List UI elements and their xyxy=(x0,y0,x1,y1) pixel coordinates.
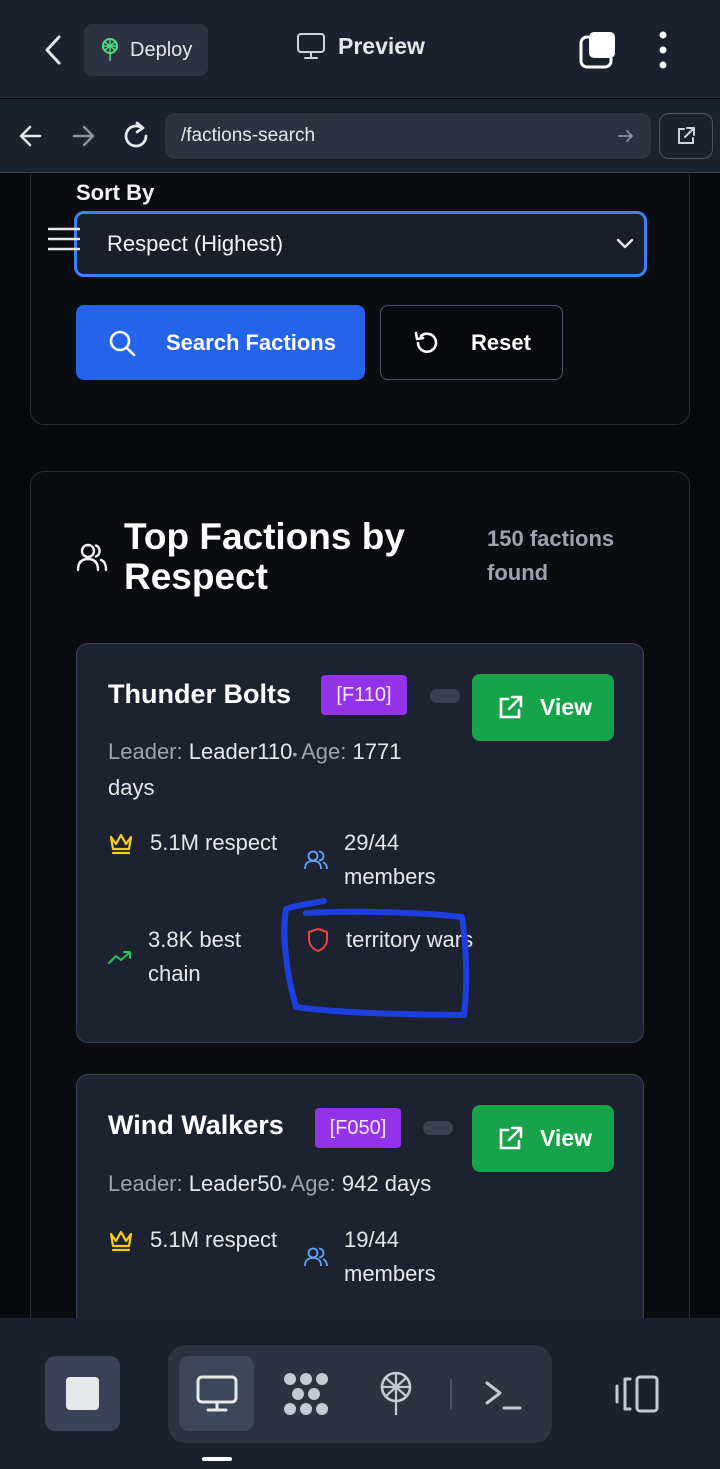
tab-workflow[interactable] xyxy=(282,1371,330,1417)
members-stat: 19/44 members xyxy=(304,1223,474,1291)
nav-back-icon[interactable] xyxy=(18,123,44,149)
deploy-icon xyxy=(100,38,120,62)
respect-value: 5.1M respect xyxy=(150,830,278,855)
respect-stat: 5.1M respect xyxy=(108,826,280,860)
preview-tab[interactable]: Preview xyxy=(296,32,425,60)
sort-by-label: Sort By xyxy=(76,180,155,205)
status-pill xyxy=(423,1121,453,1135)
layout-toggle-icon[interactable] xyxy=(614,1374,660,1414)
deploy-label: Deploy xyxy=(130,38,193,61)
view-faction-button[interactable]: View xyxy=(472,1105,614,1172)
view-mode-group xyxy=(168,1345,552,1443)
age-label: Age: xyxy=(301,739,347,764)
best-chain-stat: 3.8K best chain xyxy=(108,923,278,991)
results-count: 150 factions found xyxy=(487,526,615,585)
crown-icon xyxy=(108,831,134,855)
view-label: View xyxy=(540,1125,592,1151)
highlight-annotation xyxy=(276,893,476,1023)
active-tab-indicator xyxy=(202,1457,232,1461)
search-factions-label: Search Factions xyxy=(166,329,336,355)
users-icon xyxy=(76,542,108,572)
search-factions-button[interactable]: Search Factions xyxy=(76,305,365,380)
faction-tag: [F110] xyxy=(321,675,407,715)
monitor-icon xyxy=(196,1375,238,1413)
members-stat: 29/44 members xyxy=(304,826,474,894)
external-link-icon xyxy=(675,125,697,147)
terminal-icon xyxy=(484,1379,522,1411)
age-label: Age: xyxy=(290,1171,336,1196)
trending-up-icon xyxy=(108,949,132,965)
status-pill xyxy=(430,689,460,703)
hamburger-menu-icon[interactable] xyxy=(48,226,80,252)
reload-icon[interactable] xyxy=(120,120,152,152)
faction-tag: [F050] xyxy=(315,1108,401,1148)
faction-meta: Leader: Leader50• Age: 942 days xyxy=(108,1167,488,1203)
meta-separator: • xyxy=(292,746,302,762)
page-content: Sort By Respect (Highest) Search Faction… xyxy=(0,174,720,1318)
crown-icon xyxy=(108,1228,134,1252)
leader-label: Leader: xyxy=(108,1171,183,1196)
view-faction-button[interactable]: View xyxy=(472,674,614,741)
reset-label: Reset xyxy=(471,329,531,355)
members-value: 19/44 members xyxy=(344,1227,436,1286)
sort-select-value: Respect (Highest) xyxy=(107,231,284,256)
best-chain-value: 3.8K best chain xyxy=(148,927,241,986)
back-icon[interactable] xyxy=(40,34,66,66)
preview-label: Preview xyxy=(338,32,425,59)
faction-meta: Leader: Leader110• Age: 1771 days xyxy=(108,735,448,805)
meta-separator: • xyxy=(281,1178,291,1194)
members-icon xyxy=(304,849,328,871)
monitor-icon xyxy=(296,32,326,60)
faction-name[interactable]: Wind Walkers xyxy=(108,1110,284,1141)
members-value: 29/44 members xyxy=(344,830,436,889)
reset-button[interactable]: Reset xyxy=(380,305,563,380)
chevron-down-icon xyxy=(616,238,634,250)
url-text: /factions-search xyxy=(181,125,316,146)
reset-icon xyxy=(413,329,441,357)
deploy-button[interactable]: Deploy xyxy=(84,24,208,76)
external-link-icon xyxy=(496,1125,524,1153)
tab-deploy[interactable] xyxy=(378,1371,414,1417)
tab-divider xyxy=(450,1379,452,1409)
deploy-icon xyxy=(378,1371,414,1417)
nav-forward-icon[interactable] xyxy=(70,123,96,149)
stop-button[interactable] xyxy=(45,1356,120,1431)
open-external-button[interactable] xyxy=(659,113,713,159)
sort-select[interactable]: Respect (Highest) xyxy=(74,211,647,277)
leader-name: Leader110 xyxy=(188,739,293,764)
external-link-icon xyxy=(496,694,524,722)
members-icon xyxy=(304,1246,328,1268)
age-value: 942 days xyxy=(341,1171,432,1196)
leader-name: Leader50 xyxy=(188,1171,282,1196)
tabs-switcher-icon[interactable] xyxy=(578,30,618,70)
nodes-icon xyxy=(282,1371,330,1417)
faction-card: Wind Walkers [F050] View Leader: Leader5… xyxy=(76,1074,644,1318)
leader-label: Leader: xyxy=(108,739,183,764)
url-input[interactable]: /factions-search xyxy=(165,113,651,159)
respect-stat: 5.1M respect xyxy=(108,1223,280,1257)
app-top-bar: Deploy Preview xyxy=(0,0,720,98)
respect-value: 5.1M respect xyxy=(150,1227,278,1252)
search-icon xyxy=(108,329,136,357)
go-arrow-icon[interactable] xyxy=(617,127,635,145)
more-menu-icon[interactable] xyxy=(656,30,670,70)
tab-console[interactable] xyxy=(484,1379,522,1411)
faction-name[interactable]: Thunder Bolts xyxy=(108,679,291,710)
view-label: View xyxy=(540,694,592,720)
stop-icon xyxy=(66,1377,99,1410)
bottom-toolbar xyxy=(0,1318,720,1469)
results-title: Top Factions by Respect xyxy=(124,516,405,597)
